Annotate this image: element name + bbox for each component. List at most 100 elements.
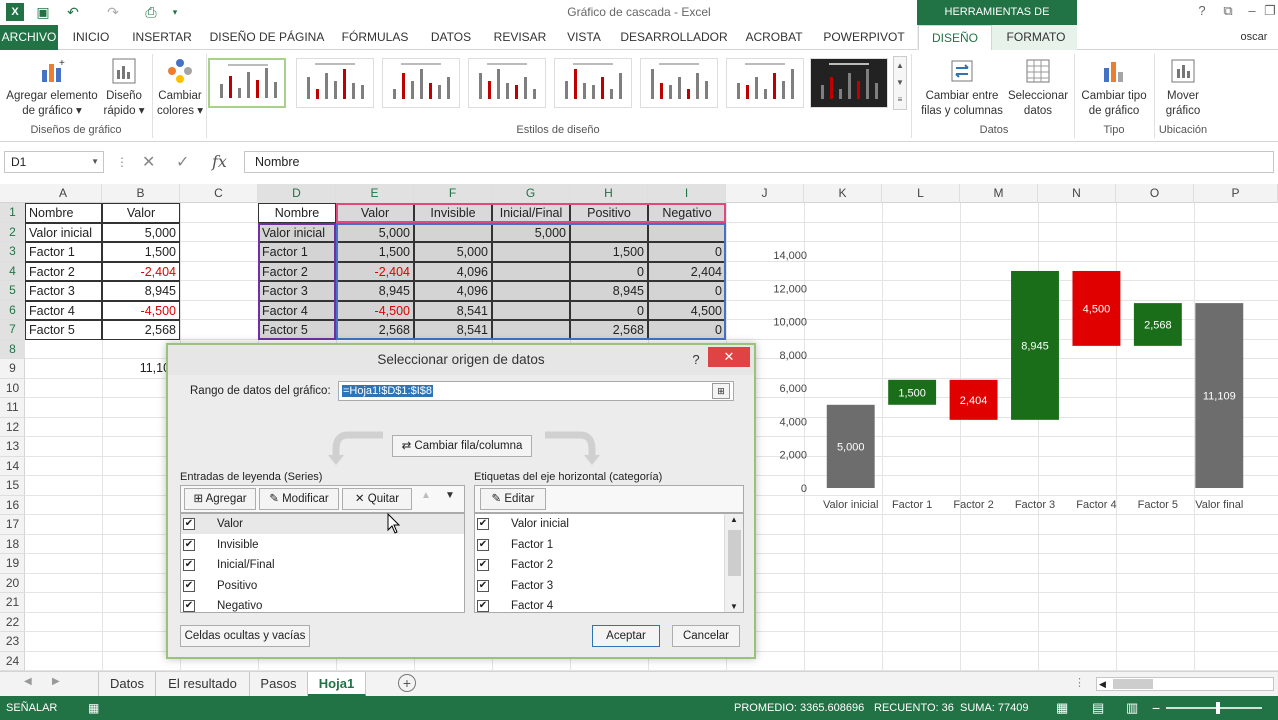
table2-cell[interactable]: 1,500 xyxy=(336,242,414,262)
formula-input[interactable]: Nombre xyxy=(244,151,1274,173)
chart-style-4[interactable] xyxy=(468,58,546,108)
normal-view-icon[interactable]: ▦ xyxy=(1056,696,1068,720)
axis-label-item[interactable]: ✔ Factor 2 xyxy=(475,555,723,575)
restore-icon[interactable]: ❐ xyxy=(1258,3,1278,19)
table2-cell[interactable]: 0 xyxy=(648,242,726,262)
tab-formato[interactable]: FORMATO xyxy=(998,25,1074,50)
switch-row-column-button[interactable]: ⇄ Cambiar fila/columna xyxy=(392,435,532,457)
table2-header[interactable]: Valor xyxy=(336,203,414,223)
close-button[interactable]: ✕ xyxy=(708,347,750,367)
row-header-6[interactable]: 6 xyxy=(0,300,25,320)
add-chart-element-button[interactable]: + Agregar elemento de gráfico ▾ xyxy=(4,56,100,119)
table2-cell[interactable]: 0 xyxy=(570,261,648,281)
axis-label-item[interactable]: ✔ Valor inicial xyxy=(475,514,723,534)
table2-cell[interactable]: 5,000 xyxy=(492,222,570,242)
table2-cell[interactable]: -4,500 xyxy=(336,300,414,320)
chart-style-5[interactable] xyxy=(554,58,632,108)
tab-revisar[interactable]: REVISAR xyxy=(488,25,552,50)
table2-cell[interactable]: 0 xyxy=(648,320,726,340)
zoom-out-icon[interactable]: − xyxy=(1152,696,1160,720)
zoom-slider[interactable] xyxy=(1166,707,1262,709)
table1-cell[interactable]: Factor 4 xyxy=(25,300,102,320)
column-header-f[interactable]: F xyxy=(414,184,492,203)
next-sheet-icon[interactable]: ▶ xyxy=(52,676,60,687)
row-header-4[interactable]: 4 xyxy=(0,261,25,281)
column-header-e[interactable]: E xyxy=(336,184,414,203)
help-icon[interactable]: ? xyxy=(1190,3,1214,18)
series-item[interactable]: ✔ Inicial/Final xyxy=(181,555,464,575)
row-header-9[interactable]: 9 xyxy=(0,359,25,379)
table1-cell[interactable]: Factor 1 xyxy=(25,242,102,262)
checkbox-checked-icon[interactable]: ✔ xyxy=(477,600,489,612)
row-header-5[interactable]: 5 xyxy=(0,281,25,301)
column-header-n[interactable]: N xyxy=(1038,184,1116,203)
table1-cell[interactable]: Factor 3 xyxy=(25,281,102,301)
row-header-17[interactable]: 17 xyxy=(0,515,25,535)
series-item[interactable]: ✔ Positivo xyxy=(181,576,464,596)
waterfall-chart[interactable]: 0 2,000 4,000 6,000 8,000 10,000 12,000 14,000 5… xyxy=(760,233,1260,533)
axis-list-scrollbar[interactable]: ▲ ▼ xyxy=(724,514,743,612)
row-header-10[interactable]: 10 xyxy=(0,379,25,398)
ribbon-display-icon[interactable]: ⧉ xyxy=(1216,3,1240,19)
table1-cell[interactable]: -4,500 xyxy=(102,300,180,320)
checkbox-checked-icon[interactable]: ✔ xyxy=(183,600,195,612)
cancel-button[interactable]: Cancelar xyxy=(672,625,740,647)
scroll-up-icon[interactable]: ▲ xyxy=(730,515,738,524)
column-header-g[interactable]: G xyxy=(492,184,570,203)
column-header-d[interactable]: D xyxy=(258,184,336,203)
scroll-thumb[interactable] xyxy=(728,530,741,576)
table2-cell[interactable]: Factor 1 xyxy=(258,242,336,262)
table1-cell[interactable]: 1,500 xyxy=(102,242,180,262)
insert-function-icon[interactable]: fx xyxy=(212,152,227,171)
ok-button[interactable]: Aceptar xyxy=(592,625,660,647)
table2-cell[interactable] xyxy=(492,281,570,301)
row-header-20[interactable]: 20 xyxy=(0,574,25,593)
page-layout-view-icon[interactable]: ▤ xyxy=(1092,696,1104,720)
chart-style-6[interactable] xyxy=(640,58,718,108)
row-header-1[interactable]: 1 xyxy=(0,203,25,223)
change-chart-type-button[interactable]: Cambiar tipo de gráfico xyxy=(1076,56,1152,119)
zoom-slider-thumb[interactable] xyxy=(1216,702,1220,714)
row-header-21[interactable]: 21 xyxy=(0,593,25,613)
table2-header[interactable]: Inicial/Final xyxy=(492,203,570,223)
chart-style-2[interactable] xyxy=(296,58,374,108)
checkbox-checked-icon[interactable]: ✔ xyxy=(183,538,195,551)
table2-header[interactable]: Nombre xyxy=(258,203,336,223)
series-item[interactable]: ✔ Negativo xyxy=(181,596,464,616)
tab-inicio[interactable]: INICIO xyxy=(64,25,118,50)
user-name[interactable]: oscar xyxy=(1232,25,1276,50)
confirm-entry-icon[interactable]: ✓ xyxy=(176,152,189,172)
column-header-o[interactable]: O xyxy=(1116,184,1194,203)
prev-sheet-icon[interactable]: ◀ xyxy=(24,676,32,687)
table2-cell[interactable] xyxy=(492,300,570,320)
split-handle-icon[interactable]: ⋮ xyxy=(1074,676,1085,689)
axis-label-item[interactable]: ✔ Factor 4 xyxy=(475,596,723,616)
edit-axis-labels-button[interactable]: ✎ Editar xyxy=(480,488,546,510)
row-header-18[interactable]: 18 xyxy=(0,535,25,554)
table2-cell[interactable]: 4,096 xyxy=(414,281,492,301)
row-header-3[interactable]: 3 xyxy=(0,242,25,262)
row-header-8[interactable]: 8 xyxy=(0,339,25,359)
gallery-scroll[interactable]: ▲ ▼ ≡ xyxy=(893,56,907,110)
table2-cell[interactable] xyxy=(492,261,570,281)
column-header-h[interactable]: H xyxy=(570,184,648,203)
table2-cell[interactable] xyxy=(570,222,648,242)
row-header-12[interactable]: 12 xyxy=(0,418,25,437)
column-header-c[interactable]: C xyxy=(180,184,258,203)
table1-cell[interactable]: 5,000 xyxy=(102,222,180,242)
table2-cell[interactable]: 4,096 xyxy=(414,261,492,281)
tab-powerpivot[interactable]: POWERPIVOT xyxy=(818,25,910,50)
table1-cell[interactable]: -2,404 xyxy=(102,261,180,281)
column-header-j[interactable]: J xyxy=(726,184,804,203)
chart-style-3[interactable] xyxy=(382,58,460,108)
table2-cell[interactable]: Factor 2 xyxy=(258,261,336,281)
cancel-entry-icon[interactable]: ✕ xyxy=(142,152,155,172)
tab-desarrollador[interactable]: DESARROLLADOR xyxy=(618,25,730,50)
table2-cell[interactable]: 2,404 xyxy=(648,261,726,281)
table2-cell[interactable]: 8,541 xyxy=(414,320,492,340)
chart-style-1[interactable] xyxy=(208,58,286,108)
help-icon[interactable]: ? xyxy=(686,348,706,372)
table2-cell[interactable] xyxy=(414,222,492,242)
table1-header[interactable]: Valor xyxy=(102,203,180,223)
column-header-a[interactable]: A xyxy=(25,184,102,203)
